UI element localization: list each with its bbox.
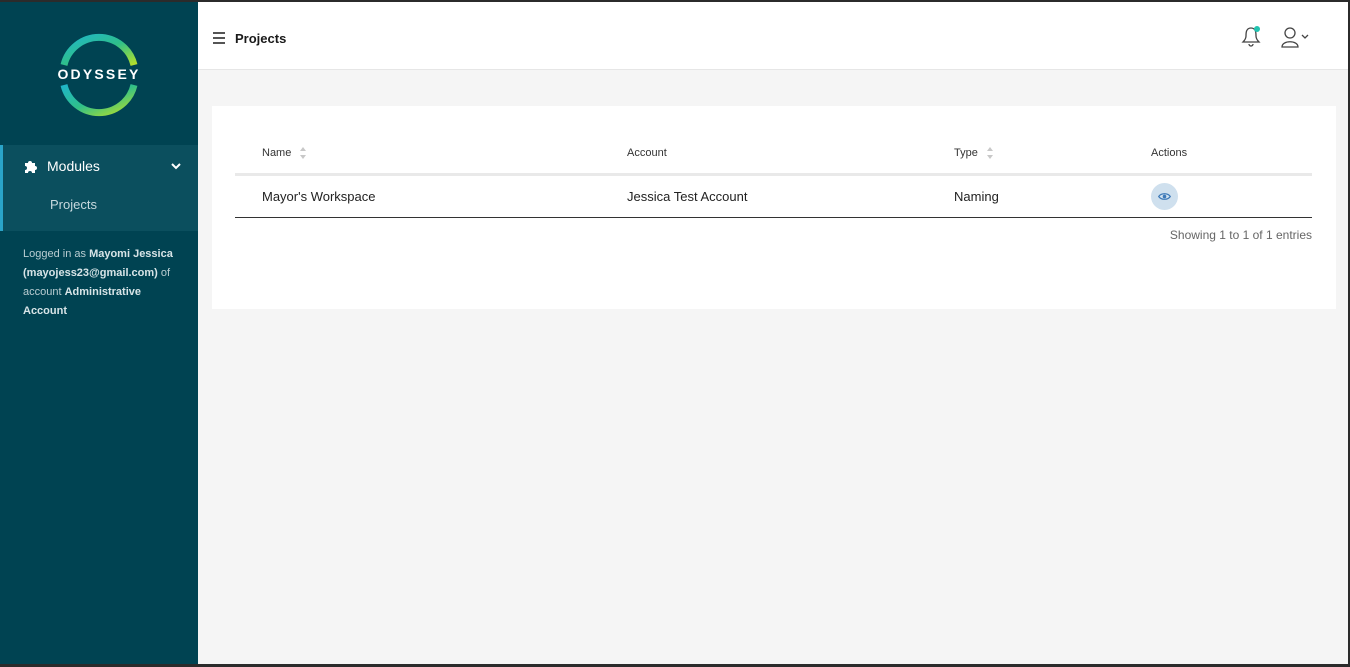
chevron-down-icon[interactable] bbox=[170, 160, 182, 172]
column-header-type[interactable]: Type bbox=[927, 134, 1124, 176]
cell-account: Jessica Test Account bbox=[600, 174, 927, 218]
column-label: Actions bbox=[1151, 147, 1188, 160]
column-label: Name bbox=[262, 147, 292, 160]
column-label: Type bbox=[954, 147, 978, 160]
logo-text: ODYSSEY bbox=[57, 66, 141, 82]
sort-icon[interactable] bbox=[299, 146, 307, 160]
cell-type: Naming bbox=[927, 174, 1124, 218]
cell-name: Mayor's Workspace bbox=[235, 174, 600, 218]
column-header-account: Account bbox=[600, 134, 927, 176]
projects-table: Name Account Type Actions Mayor's Worksp… bbox=[235, 134, 1312, 218]
login-prefix: Logged in as bbox=[23, 248, 90, 260]
sidebar-module-group: Modules Projects bbox=[0, 145, 198, 231]
puzzle-icon bbox=[25, 161, 37, 173]
table-row: Mayor's Workspace Jessica Test Account N… bbox=[235, 174, 1312, 218]
hamburger-icon[interactable] bbox=[213, 32, 225, 44]
user-icon[interactable] bbox=[1281, 26, 1313, 48]
sidebar-item-label: Modules bbox=[47, 158, 100, 174]
bell-icon[interactable] bbox=[1241, 24, 1263, 48]
sidebar: ODYSSEY Modules Projects Logged in as Ma… bbox=[0, 2, 198, 664]
sidebar-item-modules[interactable]: Modules bbox=[3, 145, 198, 187]
table-header-row: Name Account Type Actions bbox=[235, 134, 1312, 176]
login-user: Mayomi Jessica bbox=[89, 248, 173, 260]
main-content: Projects Name Account Type Actions Mayor… bbox=[198, 2, 1348, 664]
column-header-actions: Actions bbox=[1124, 134, 1312, 176]
projects-card: Name Account Type Actions Mayor's Worksp… bbox=[212, 106, 1336, 309]
login-email: (mayojess23@gmail.com) bbox=[23, 267, 158, 279]
app-window: ODYSSEY Modules Projects Logged in as Ma… bbox=[0, 2, 1348, 664]
top-bar: Projects bbox=[198, 2, 1348, 70]
cell-actions bbox=[1124, 174, 1312, 218]
sort-icon[interactable] bbox=[986, 146, 994, 160]
table-info: Showing 1 to 1 of 1 entries bbox=[1169, 228, 1312, 242]
notification-dot bbox=[1254, 26, 1260, 32]
column-header-name[interactable]: Name bbox=[235, 134, 600, 176]
eye-icon bbox=[1158, 192, 1171, 200]
page-title: Projects bbox=[235, 31, 287, 46]
column-label: Account bbox=[627, 147, 667, 160]
sidebar-item-projects[interactable]: Projects bbox=[3, 187, 198, 221]
logo[interactable]: ODYSSEY bbox=[0, 2, 198, 145]
view-button[interactable] bbox=[1151, 182, 1178, 210]
login-info: Logged in as Mayomi Jessica (mayojess23@… bbox=[0, 231, 198, 321]
